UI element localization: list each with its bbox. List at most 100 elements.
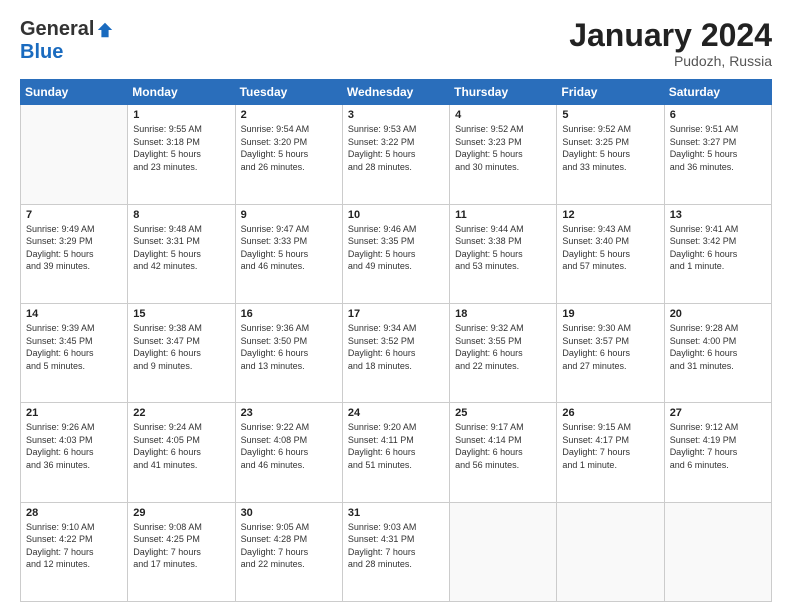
- cell-content: Sunrise: 9:38 AMSunset: 3:47 PMDaylight:…: [133, 322, 229, 372]
- table-row: [21, 105, 128, 204]
- table-row: 3 Sunrise: 9:53 AMSunset: 3:22 PMDaylight…: [342, 105, 449, 204]
- col-tuesday: Tuesday: [235, 80, 342, 105]
- table-row: [664, 502, 771, 601]
- title-area: January 2024 Pudozh, Russia: [569, 18, 772, 69]
- day-number: 19: [562, 308, 658, 320]
- cell-content: Sunrise: 9:12 AMSunset: 4:19 PMDaylight:…: [670, 421, 766, 471]
- cell-content: Sunrise: 9:49 AMSunset: 3:29 PMDaylight:…: [26, 223, 122, 273]
- day-number: 6: [670, 109, 766, 121]
- day-number: 26: [562, 407, 658, 419]
- table-row: 23 Sunrise: 9:22 AMSunset: 4:08 PMDayligh…: [235, 403, 342, 502]
- table-row: 20Sunrise: 9:28 AMSunset: 4:00 PMDayligh…: [664, 303, 771, 402]
- col-wednesday: Wednesday: [342, 80, 449, 105]
- cell-content: Sunrise: 9:52 AMSunset: 3:25 PMDaylight:…: [562, 123, 658, 173]
- table-row: 10 Sunrise: 9:46 AMSunset: 3:35 PMDayligh…: [342, 204, 449, 303]
- cell-content: Sunrise: 9:52 AMSunset: 3:23 PMDaylight:…: [455, 123, 551, 173]
- col-sunday: Sunday: [21, 80, 128, 105]
- cell-content: Sunrise: 9:53 AMSunset: 3:22 PMDaylight:…: [348, 123, 444, 173]
- table-row: 31Sunrise: 9:03 AMSunset: 4:31 PMDayligh…: [342, 502, 449, 601]
- cell-content: Sunrise: 9:24 AMSunset: 4:05 PMDaylight:…: [133, 421, 229, 471]
- cell-content: Sunrise: 9:41 AMSunset: 3:42 PMDaylight:…: [670, 223, 766, 273]
- table-row: 17Sunrise: 9:34 AMSunset: 3:52 PMDayligh…: [342, 303, 449, 402]
- cell-content: Sunrise: 9:36 AMSunset: 3:50 PMDaylight:…: [241, 322, 337, 372]
- table-row: 26 Sunrise: 9:15 AMSunset: 4:17 PMDayligh…: [557, 403, 664, 502]
- table-row: 5 Sunrise: 9:52 AMSunset: 3:25 PMDaylight…: [557, 105, 664, 204]
- table-row: [450, 502, 557, 601]
- table-row: 19 Sunrise: 9:30 AMSunset: 3:57 PMDayligh…: [557, 303, 664, 402]
- cell-content: Sunrise: 9:44 AMSunset: 3:38 PMDaylight:…: [455, 223, 551, 273]
- table-row: [557, 502, 664, 601]
- table-row: 7 Sunrise: 9:49 AMSunset: 3:29 PMDaylight…: [21, 204, 128, 303]
- table-row: 6 Sunrise: 9:51 AMSunset: 3:27 PMDaylight…: [664, 105, 771, 204]
- table-row: 30Sunrise: 9:05 AMSunset: 4:28 PMDayligh…: [235, 502, 342, 601]
- cell-content: Sunrise: 9:48 AMSunset: 3:31 PMDaylight:…: [133, 223, 229, 273]
- cell-content: Sunrise: 9:15 AMSunset: 4:17 PMDaylight:…: [562, 421, 658, 471]
- table-row: 22 Sunrise: 9:24 AMSunset: 4:05 PMDayligh…: [128, 403, 235, 502]
- logo-icon: [96, 21, 114, 39]
- table-row: 2Sunrise: 9:54 AMSunset: 3:20 PMDaylight…: [235, 105, 342, 204]
- table-row: 25Sunrise: 9:17 AMSunset: 4:14 PMDayligh…: [450, 403, 557, 502]
- day-number: 13: [670, 209, 766, 221]
- table-row: 11 Sunrise: 9:44 AMSunset: 3:38 PMDayligh…: [450, 204, 557, 303]
- table-row: 14 Sunrise: 9:39 AMSunset: 3:45 PMDayligh…: [21, 303, 128, 402]
- calendar-week-row: 21 Sunrise: 9:26 AMSunset: 4:03 PMDayligh…: [21, 403, 772, 502]
- cell-content: Sunrise: 9:10 AMSunset: 4:22 PMDaylight:…: [26, 521, 122, 571]
- day-number: 3: [348, 109, 444, 121]
- day-number: 1: [133, 109, 229, 121]
- col-friday: Friday: [557, 80, 664, 105]
- cell-content: Sunrise: 9:26 AMSunset: 4:03 PMDaylight:…: [26, 421, 122, 471]
- day-number: 2: [241, 109, 337, 121]
- day-number: 10: [348, 209, 444, 221]
- table-row: 9 Sunrise: 9:47 AMSunset: 3:33 PMDaylight…: [235, 204, 342, 303]
- cell-content: Sunrise: 9:43 AMSunset: 3:40 PMDaylight:…: [562, 223, 658, 273]
- cell-content: Sunrise: 9:34 AMSunset: 3:52 PMDaylight:…: [348, 322, 444, 372]
- location: Pudozh, Russia: [569, 53, 772, 69]
- day-number: 9: [241, 209, 337, 221]
- logo: General Blue: [20, 18, 114, 64]
- cell-content: Sunrise: 9:17 AMSunset: 4:14 PMDaylight:…: [455, 421, 551, 471]
- cell-content: Sunrise: 9:47 AMSunset: 3:33 PMDaylight:…: [241, 223, 337, 273]
- day-number: 18: [455, 308, 551, 320]
- day-number: 28: [26, 507, 122, 519]
- day-number: 22: [133, 407, 229, 419]
- table-row: 24 Sunrise: 9:20 AMSunset: 4:11 PMDayligh…: [342, 403, 449, 502]
- day-number: 29: [133, 507, 229, 519]
- day-number: 14: [26, 308, 122, 320]
- day-number: 11: [455, 209, 551, 221]
- calendar-week-row: 14 Sunrise: 9:39 AMSunset: 3:45 PMDayligh…: [21, 303, 772, 402]
- table-row: 27 Sunrise: 9:12 AMSunset: 4:19 PMDayligh…: [664, 403, 771, 502]
- calendar-week-row: 7 Sunrise: 9:49 AMSunset: 3:29 PMDaylight…: [21, 204, 772, 303]
- cell-content: Sunrise: 9:39 AMSunset: 3:45 PMDaylight:…: [26, 322, 122, 372]
- day-number: 23: [241, 407, 337, 419]
- table-row: 15Sunrise: 9:38 AMSunset: 3:47 PMDayligh…: [128, 303, 235, 402]
- cell-content: Sunrise: 9:22 AMSunset: 4:08 PMDaylight:…: [241, 421, 337, 471]
- page: General Blue January 2024 Pudozh, Russia…: [0, 0, 792, 612]
- day-number: 5: [562, 109, 658, 121]
- day-number: 21: [26, 407, 122, 419]
- day-number: 24: [348, 407, 444, 419]
- cell-content: Sunrise: 9:20 AMSunset: 4:11 PMDaylight:…: [348, 421, 444, 471]
- cell-content: Sunrise: 9:46 AMSunset: 3:35 PMDaylight:…: [348, 223, 444, 273]
- day-number: 4: [455, 109, 551, 121]
- col-monday: Monday: [128, 80, 235, 105]
- calendar-header-row: Sunday Monday Tuesday Wednesday Thursday…: [21, 80, 772, 105]
- table-row: 1 Sunrise: 9:55 AMSunset: 3:18 PMDaylight…: [128, 105, 235, 204]
- day-number: 27: [670, 407, 766, 419]
- day-number: 31: [348, 507, 444, 519]
- cell-content: Sunrise: 9:51 AMSunset: 3:27 PMDaylight:…: [670, 123, 766, 173]
- table-row: 13 Sunrise: 9:41 AMSunset: 3:42 PMDayligh…: [664, 204, 771, 303]
- table-row: 28 Sunrise: 9:10 AMSunset: 4:22 PMDayligh…: [21, 502, 128, 601]
- day-number: 12: [562, 209, 658, 221]
- day-number: 30: [241, 507, 337, 519]
- col-saturday: Saturday: [664, 80, 771, 105]
- table-row: 21 Sunrise: 9:26 AMSunset: 4:03 PMDayligh…: [21, 403, 128, 502]
- cell-content: Sunrise: 9:55 AMSunset: 3:18 PMDaylight:…: [133, 123, 229, 173]
- calendar-week-row: 1 Sunrise: 9:55 AMSunset: 3:18 PMDaylight…: [21, 105, 772, 204]
- cell-content: Sunrise: 9:30 AMSunset: 3:57 PMDaylight:…: [562, 322, 658, 372]
- logo-blue-text: Blue: [20, 41, 63, 63]
- header: General Blue January 2024 Pudozh, Russia: [20, 18, 772, 69]
- logo-general-text: General: [20, 18, 94, 41]
- table-row: 16Sunrise: 9:36 AMSunset: 3:50 PMDayligh…: [235, 303, 342, 402]
- day-number: 7: [26, 209, 122, 221]
- cell-content: Sunrise: 9:32 AMSunset: 3:55 PMDaylight:…: [455, 322, 551, 372]
